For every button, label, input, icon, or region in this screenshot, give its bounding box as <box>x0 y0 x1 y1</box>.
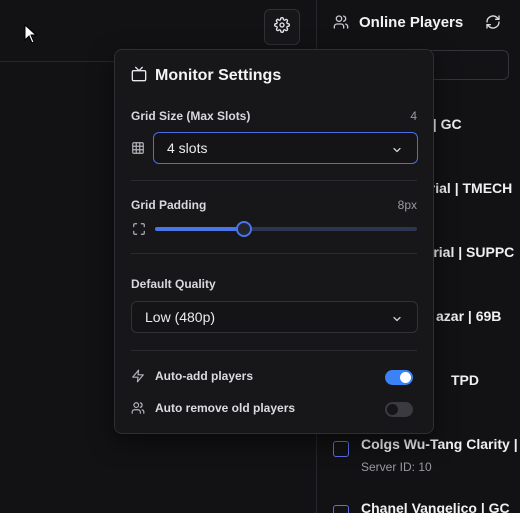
grid-size-select[interactable]: 4 slots <box>153 132 418 164</box>
grid-size-value: 4 <box>410 109 417 123</box>
zap-icon <box>131 369 145 388</box>
player-name: Chanel Vangelico | GC <box>361 500 510 513</box>
default-quality-selected: Low (480p) <box>145 309 216 325</box>
players-title: Online Players <box>359 14 464 31</box>
player-name: azar | 69B <box>436 308 502 324</box>
grid-padding-label: Grid Padding <box>131 198 207 212</box>
auto-remove-old-players-label: Auto remove old players <box>155 401 296 415</box>
section-divider <box>131 253 417 254</box>
auto-add-players-row: Auto-add players <box>131 367 417 387</box>
default-quality-label: Default Quality <box>131 277 216 291</box>
toggle-knob <box>387 404 398 415</box>
monitor-settings-popover: Monitor Settings Grid Size (Max Slots) 4… <box>114 49 434 434</box>
grid-padding-slider[interactable] <box>155 221 417 237</box>
auto-remove-old-players-toggle[interactable] <box>385 402 413 417</box>
player-name: erial | TMECH <box>422 180 513 196</box>
grid-icon <box>131 141 145 160</box>
chevron-down-icon <box>391 143 403 159</box>
slider-fill <box>155 227 245 231</box>
player-name: TPD <box>451 372 479 388</box>
auto-remove-old-players-row: Auto remove old players <box>131 399 417 419</box>
users-icon <box>131 401 145 420</box>
player-checkbox[interactable] <box>333 505 349 513</box>
section-divider <box>131 350 417 351</box>
settings-button[interactable] <box>264 9 300 45</box>
player-checkbox[interactable] <box>333 441 349 457</box>
popover-title: Monitor Settings <box>155 67 282 84</box>
grid-size-selected: 4 slots <box>167 140 208 156</box>
slider-thumb[interactable] <box>236 221 253 237</box>
mouse-cursor-icon <box>24 23 38 49</box>
refresh-icon[interactable] <box>485 14 501 35</box>
gear-icon <box>274 16 290 38</box>
auto-add-players-label: Auto-add players <box>155 369 254 383</box>
tv-icon <box>131 66 147 87</box>
players-header: Online Players <box>317 0 520 46</box>
grid-size-label: Grid Size (Max Slots) <box>131 109 251 123</box>
section-divider <box>131 180 417 181</box>
grid-padding-value: 8px <box>397 198 417 212</box>
player-name: Colgs Wu-Tang Clarity | <box>361 436 518 452</box>
users-icon <box>333 14 349 35</box>
player-server-id: Server ID: 10 <box>361 460 432 474</box>
popover-header: Monitor Settings <box>131 65 281 87</box>
toggle-knob <box>400 372 411 383</box>
default-quality-select[interactable]: Low (480p) <box>131 301 418 333</box>
chevron-down-icon <box>391 312 403 328</box>
auto-add-players-toggle[interactable] <box>385 370 413 385</box>
expand-icon <box>132 222 146 241</box>
